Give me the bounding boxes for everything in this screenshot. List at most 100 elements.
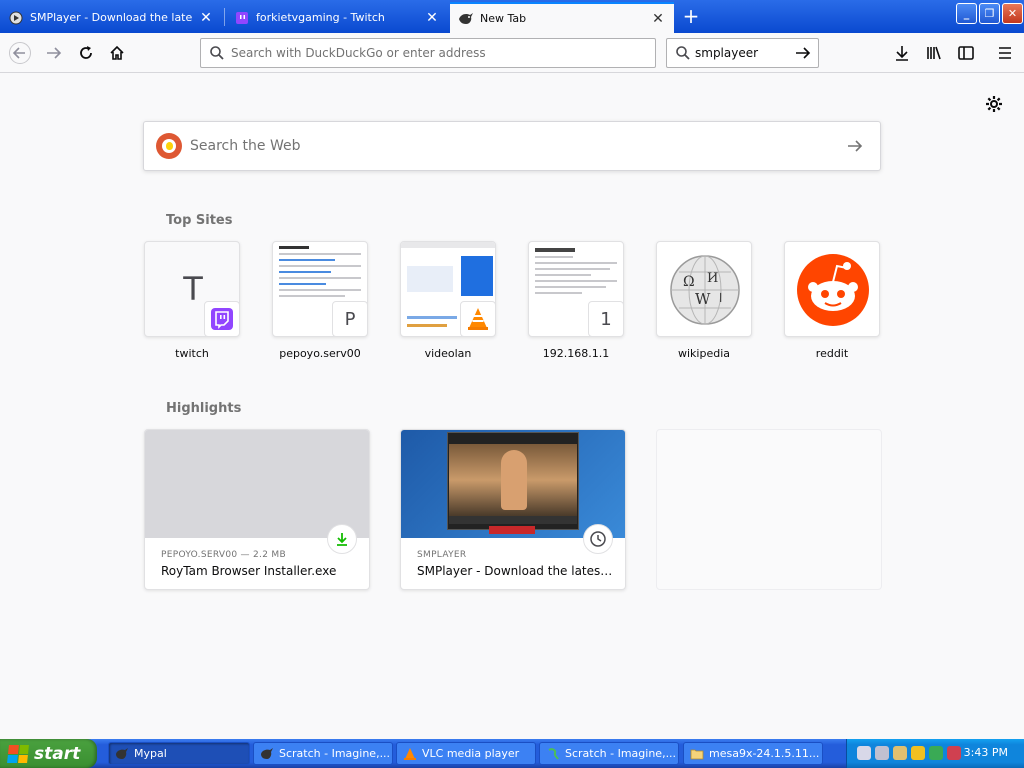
top-site-label: 192.168.1.1	[542, 347, 610, 360]
tab-smplayer[interactable]: SMPlayer - Download the latest ve ✕	[0, 2, 222, 33]
windows-logo-icon	[7, 744, 29, 763]
vlc-icon	[460, 301, 495, 336]
twitch-icon	[234, 10, 250, 26]
mypal-tray-icon-2[interactable]	[875, 746, 889, 760]
taskbar-item-scratch-1[interactable]: Scratch - Imagine,...	[253, 742, 393, 765]
taskbar-item-vlc[interactable]: VLC media player	[396, 742, 536, 765]
taskbar-item-mypal[interactable]: Mypal	[108, 742, 250, 765]
page-thumbnail: P	[272, 241, 368, 337]
close-tab-icon[interactable]: ✕	[650, 11, 666, 27]
new-tab-button[interactable]: +	[680, 5, 702, 27]
svg-text:ا: ا	[719, 291, 722, 305]
scratch-icon	[260, 747, 274, 761]
top-site-label: wikipedia	[677, 347, 730, 360]
top-site-twitch[interactable]: T twitch	[144, 241, 240, 360]
library-button[interactable]	[922, 41, 946, 65]
search-go-arrow-icon[interactable]	[846, 137, 864, 155]
close-tab-icon[interactable]: ✕	[198, 10, 214, 26]
reload-button[interactable]	[74, 41, 98, 65]
duckduckgo-icon	[156, 133, 182, 159]
home-button[interactable]	[105, 41, 129, 65]
mypal-icon	[115, 747, 129, 761]
hamburger-icon	[999, 47, 1011, 59]
page-thumbnail	[400, 241, 496, 337]
mypal-tray-icon[interactable]	[857, 746, 871, 760]
new-tab-page: Top Sites T twitch P pepoyo.serv00	[0, 73, 1024, 739]
shield-tray-icon[interactable]	[947, 746, 961, 760]
top-site-label: videolan	[424, 347, 472, 360]
top-site-router[interactable]: 1 192.168.1.1	[528, 241, 624, 360]
download-icon	[896, 46, 908, 61]
highlight-context: SMPLAYER	[417, 550, 467, 560]
scratch-app-icon	[546, 747, 560, 761]
page-thumbnail: 1	[528, 241, 624, 337]
home-icon	[110, 45, 124, 60]
svg-text:И: И	[707, 271, 718, 286]
tab-bar: SMPlayer - Download the latest ve ✕ fork…	[0, 0, 1024, 33]
top-site-pepoyo[interactable]: P pepoyo.serv00	[272, 241, 368, 360]
taskbar-item-scratch-2[interactable]: Scratch - Imagine,...	[539, 742, 679, 765]
top-site-reddit[interactable]: reddit	[784, 241, 880, 360]
clock[interactable]: 3:43 PM	[964, 746, 1008, 759]
highlight-title: SMPlayer - Download the latest ...	[417, 564, 613, 578]
reload-icon	[80, 46, 92, 59]
top-site-videolan[interactable]: videolan	[400, 241, 496, 360]
url-bar[interactable]	[200, 38, 656, 68]
tab-separator	[224, 8, 225, 26]
start-button[interactable]: start	[0, 739, 97, 768]
system-tray: 3:43 PM	[846, 739, 1024, 768]
tab-twitch[interactable]: forkietvgaming - Twitch ✕	[226, 2, 448, 33]
taskbar-item-label: Scratch - Imagine,...	[565, 747, 677, 760]
svg-text:Ω: Ω	[683, 274, 695, 290]
web-search-input[interactable]	[190, 138, 830, 154]
minimize-button[interactable]: _	[956, 3, 977, 24]
search-input[interactable]	[695, 46, 785, 60]
svg-text:W: W	[695, 290, 711, 308]
security-shield-icon[interactable]	[911, 746, 925, 760]
highlight-card-smplayer[interactable]: SMPLAYER SMPlayer - Download the latest …	[400, 429, 626, 590]
sidebar-icon	[958, 46, 974, 60]
forward-arrow-icon	[47, 47, 62, 59]
back-button[interactable]	[8, 41, 32, 65]
top-site-wikipedia[interactable]: Ω И W ا wikipedia	[656, 241, 752, 360]
maximize-button[interactable]: ❐	[979, 3, 1000, 24]
firefox-icon	[458, 11, 474, 27]
go-arrow-icon[interactable]	[794, 44, 812, 62]
tab-label: forkietvgaming - Twitch	[256, 11, 385, 24]
taskbar-item-label: mesa9x-24.1.5.11...	[709, 747, 820, 760]
url-input[interactable]	[231, 46, 631, 60]
close-window-button[interactable]: ✕	[1002, 3, 1023, 24]
tab-new-tab[interactable]: New Tab ✕	[450, 2, 674, 33]
settings-gear-icon[interactable]	[984, 94, 1004, 114]
folder-icon	[690, 747, 704, 761]
taskbar-item-folder[interactable]: mesa9x-24.1.5.11...	[683, 742, 823, 765]
search-bar[interactable]	[666, 38, 819, 68]
highlight-title: RoyTam Browser Installer.exe	[161, 564, 337, 578]
tab-label: New Tab	[480, 12, 527, 25]
menu-button[interactable]	[993, 41, 1017, 65]
download-icon	[327, 524, 357, 554]
vlc-icon	[403, 747, 417, 761]
top-site-label: reddit	[815, 347, 849, 360]
sidebar-button[interactable]	[954, 41, 978, 65]
highlight-card-download[interactable]: PEPOYO.SERV00 — 2.2 MB RoyTam Browser In…	[144, 429, 370, 590]
taskbar-item-label: Scratch - Imagine,...	[279, 747, 391, 760]
search-icon	[210, 46, 224, 60]
highlight-placeholder	[656, 429, 882, 590]
downloads-button[interactable]	[890, 41, 914, 65]
highlight-context: PEPOYO.SERV00 — 2.2 MB	[161, 550, 286, 560]
reddit-icon	[784, 241, 880, 337]
web-search-box[interactable]	[143, 121, 881, 171]
twitch-icon	[204, 301, 239, 336]
highlights-heading: Highlights	[166, 401, 242, 416]
site-letter-badge: P	[332, 301, 367, 336]
forward-button[interactable]	[42, 41, 66, 65]
close-tab-icon[interactable]: ✕	[424, 10, 440, 26]
network-tray-icon[interactable]	[893, 746, 907, 760]
top-site-label: twitch	[175, 347, 209, 360]
library-icon	[927, 46, 941, 60]
taskbar: start Mypal Scratch - Imagine,... VLC me…	[0, 739, 1024, 768]
search-icon	[676, 46, 690, 60]
taskbar-item-label: Mypal	[134, 747, 167, 760]
antivirus-tray-icon[interactable]	[929, 746, 943, 760]
